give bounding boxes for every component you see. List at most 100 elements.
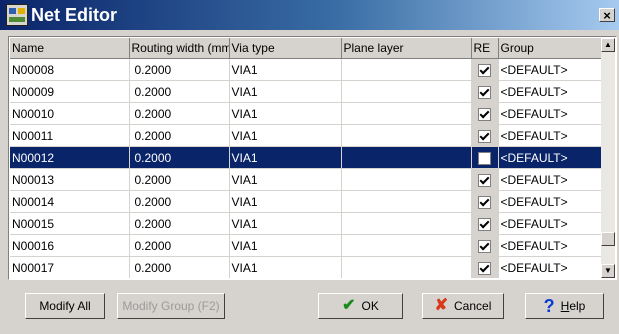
via-type-cell[interactable]: VIA1: [229, 58, 342, 81]
name-cell[interactable]: N00008: [10, 58, 130, 81]
column-header-group[interactable]: Group: [498, 38, 604, 59]
name-cell[interactable]: N00016: [10, 234, 130, 257]
net-editor-window: Net Editor × Name Routing width (mm) Via…: [0, 0, 619, 334]
check-icon: ✔: [342, 297, 356, 314]
name-cell[interactable]: N00010: [10, 102, 130, 125]
title-bar[interactable]: Net Editor ×: [0, 0, 619, 30]
routing-width-cell[interactable]: 0.2000: [129, 234, 230, 257]
via-type-cell[interactable]: VIA1: [229, 124, 342, 147]
column-header-routing-width[interactable]: Routing width (mm): [129, 38, 230, 59]
plane-layer-cell[interactable]: [341, 234, 472, 257]
re-checkbox[interactable]: [478, 261, 491, 275]
plane-layer-cell[interactable]: [341, 102, 472, 125]
table-row[interactable]: N00011 0.2000 VIA1 <DEFAULT>: [10, 124, 604, 147]
routing-width-cell[interactable]: 0.2000: [129, 190, 230, 213]
group-cell[interactable]: <DEFAULT>: [498, 80, 604, 103]
re-checkbox[interactable]: [478, 85, 491, 99]
routing-width-cell[interactable]: 0.2000: [129, 124, 230, 147]
table-row[interactable]: N00017 0.2000 VIA1 <DEFAULT>: [10, 256, 604, 278]
ok-label: OK: [361, 299, 379, 313]
question-icon: ?: [543, 296, 555, 316]
routing-width-cell[interactable]: 0.2000: [129, 58, 230, 81]
plane-layer-cell[interactable]: [341, 146, 472, 169]
scroll-up-arrow-icon[interactable]: ▲: [601, 38, 615, 52]
ok-button[interactable]: ✔ OK: [318, 293, 403, 319]
group-cell[interactable]: <DEFAULT>: [498, 190, 604, 213]
re-checkbox[interactable]: [478, 239, 491, 253]
column-header-via-type[interactable]: Via type: [229, 38, 342, 59]
table-row[interactable]: N00013 0.2000 VIA1 <DEFAULT>: [10, 168, 604, 191]
via-type-cell[interactable]: VIA1: [229, 212, 342, 235]
re-checkbox[interactable]: [478, 217, 491, 231]
table-row[interactable]: N00014 0.2000 VIA1 <DEFAULT>: [10, 190, 604, 213]
modify-all-button[interactable]: Modify All: [25, 293, 105, 319]
name-cell[interactable]: N00014: [10, 190, 130, 213]
table-row[interactable]: N00012 0.2000 VIA1 <DEFAULT>: [10, 146, 604, 169]
vertical-scrollbar[interactable]: ▲ ▼: [601, 38, 615, 278]
group-cell[interactable]: <DEFAULT>: [498, 58, 604, 81]
re-cell: [471, 102, 499, 125]
re-cell: [471, 234, 499, 257]
column-header-plane-layer[interactable]: Plane layer: [341, 38, 472, 59]
group-cell[interactable]: <DEFAULT>: [498, 102, 604, 125]
plane-layer-cell[interactable]: [341, 124, 472, 147]
routing-width-cell[interactable]: 0.2000: [129, 212, 230, 235]
re-checkbox[interactable]: [478, 195, 491, 209]
group-cell[interactable]: <DEFAULT>: [498, 234, 604, 257]
name-cell[interactable]: N00015: [10, 212, 130, 235]
cancel-button[interactable]: ✘ Cancel: [422, 293, 504, 319]
name-cell[interactable]: N00011: [10, 124, 130, 147]
re-checkbox[interactable]: [478, 63, 491, 77]
plane-layer-cell[interactable]: [341, 58, 472, 81]
via-type-cell[interactable]: VIA1: [229, 102, 342, 125]
net-table: Name Routing width (mm) Via type Plane l…: [10, 38, 604, 278]
re-cell: [471, 256, 499, 278]
routing-width-cell[interactable]: 0.2000: [129, 102, 230, 125]
cancel-label: Cancel: [454, 299, 492, 313]
group-cell[interactable]: <DEFAULT>: [498, 256, 604, 278]
via-type-cell[interactable]: VIA1: [229, 80, 342, 103]
table-row[interactable]: N00016 0.2000 VIA1 <DEFAULT>: [10, 234, 604, 257]
table-row[interactable]: N00015 0.2000 VIA1 <DEFAULT>: [10, 212, 604, 235]
name-cell[interactable]: N00017: [10, 256, 130, 278]
plane-layer-cell[interactable]: [341, 80, 472, 103]
help-label: Help: [560, 299, 586, 313]
table-row[interactable]: N00008 0.2000 VIA1 <DEFAULT>: [10, 58, 604, 81]
re-checkbox[interactable]: [478, 173, 491, 187]
scroll-thumb[interactable]: [601, 232, 615, 246]
name-cell[interactable]: N00012: [10, 146, 130, 169]
group-cell[interactable]: <DEFAULT>: [498, 124, 604, 147]
re-checkbox[interactable]: [478, 151, 491, 165]
modify-group-button[interactable]: Modify Group (F2): [117, 293, 225, 319]
scroll-down-arrow-icon[interactable]: ▼: [601, 264, 615, 278]
table-row[interactable]: N00010 0.2000 VIA1 <DEFAULT>: [10, 102, 604, 125]
via-type-cell[interactable]: VIA1: [229, 190, 342, 213]
column-header-re[interactable]: RE: [471, 38, 499, 59]
name-cell[interactable]: N00013: [10, 168, 130, 191]
group-cell[interactable]: <DEFAULT>: [498, 146, 604, 169]
table-row[interactable]: N00009 0.2000 VIA1 <DEFAULT>: [10, 80, 604, 103]
plane-layer-cell[interactable]: [341, 190, 472, 213]
re-cell: [471, 124, 499, 147]
help-button[interactable]: ? Help: [525, 293, 604, 319]
name-cell[interactable]: N00009: [10, 80, 130, 103]
via-type-cell[interactable]: VIA1: [229, 256, 342, 278]
routing-width-cell[interactable]: 0.2000: [129, 146, 230, 169]
close-button[interactable]: ×: [599, 8, 615, 22]
routing-width-cell[interactable]: 0.2000: [129, 80, 230, 103]
app-icon: [6, 4, 28, 26]
net-grid: Name Routing width (mm) Via type Plane l…: [8, 36, 617, 280]
routing-width-cell[interactable]: 0.2000: [129, 256, 230, 278]
via-type-cell[interactable]: VIA1: [229, 234, 342, 257]
via-type-cell[interactable]: VIA1: [229, 146, 342, 169]
plane-layer-cell[interactable]: [341, 168, 472, 191]
plane-layer-cell[interactable]: [341, 212, 472, 235]
routing-width-cell[interactable]: 0.2000: [129, 168, 230, 191]
via-type-cell[interactable]: VIA1: [229, 168, 342, 191]
re-checkbox[interactable]: [478, 107, 491, 121]
column-header-name[interactable]: Name: [10, 38, 130, 59]
group-cell[interactable]: <DEFAULT>: [498, 168, 604, 191]
re-checkbox[interactable]: [478, 129, 491, 143]
group-cell[interactable]: <DEFAULT>: [498, 212, 604, 235]
plane-layer-cell[interactable]: [341, 256, 472, 278]
